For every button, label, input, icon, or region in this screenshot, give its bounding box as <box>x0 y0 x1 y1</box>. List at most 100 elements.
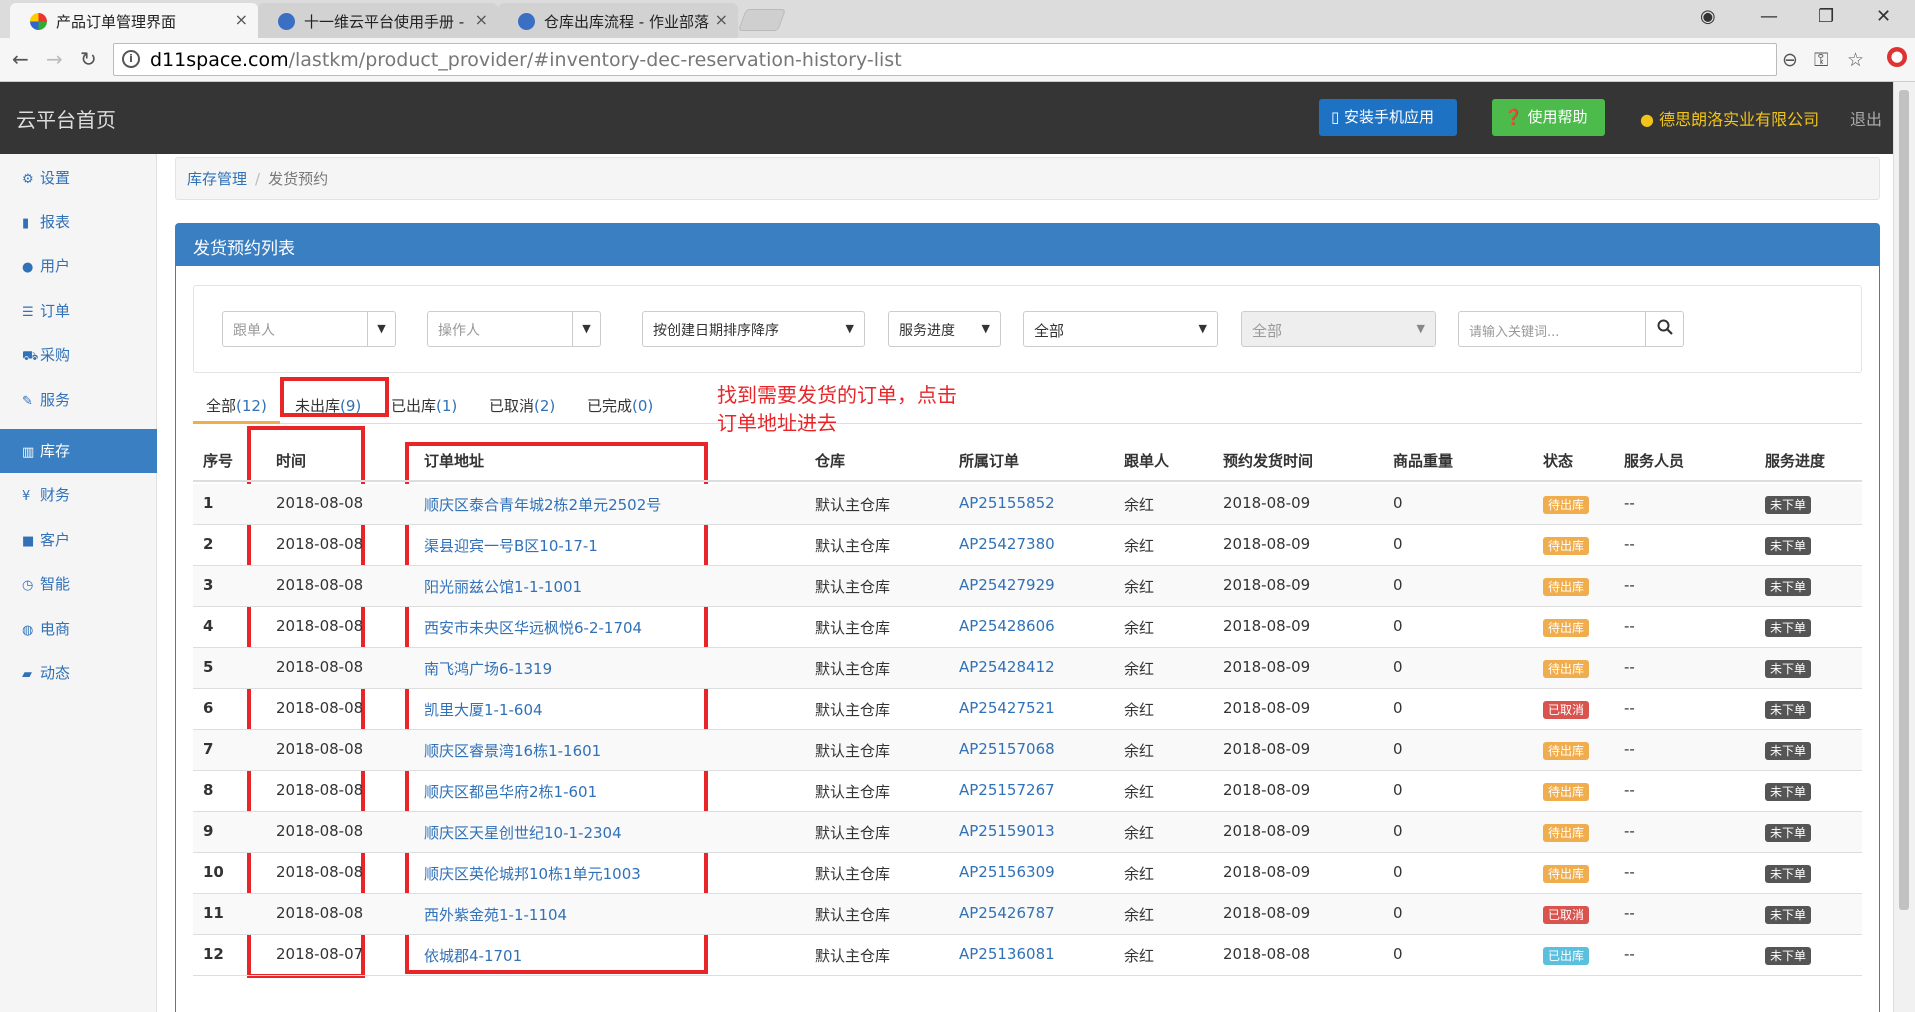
row-number: 8 <box>203 781 214 799</box>
tab-completed[interactable]: 已完成(0) <box>574 384 666 424</box>
minimize-icon[interactable]: — <box>1760 6 1778 27</box>
order-number-link[interactable]: AP25159013 <box>959 822 1055 840</box>
sidebar-item-customers[interactable]: ■ 客户 <box>0 518 157 562</box>
status-badge: 待出库 <box>1543 660 1590 678</box>
follower-select[interactable]: 跟单人 ▼ <box>222 311 396 347</box>
close-tab-icon[interactable]: × <box>715 10 728 29</box>
wrench-icon: ✎ <box>22 394 33 409</box>
browser-tab-title: 产品订单管理界面 <box>56 13 177 31</box>
order-address-link[interactable]: 顺庆区都邑华府2栋1-601 <box>424 781 597 802</box>
table-row: 6 2018-08-08 凯里大厦1-1-604 默认主仓库 AP25427521 余红 2… <box>193 689 1862 730</box>
order-address-link[interactable]: 顺庆区天星创世纪10-1-2304 <box>424 822 622 843</box>
sidebar-item-label: 动态 <box>40 664 71 682</box>
search-button[interactable] <box>1646 311 1684 347</box>
order-number-link[interactable]: AP25428412 <box>959 658 1055 676</box>
order-number-link[interactable]: AP25427380 <box>959 535 1055 553</box>
sidebar-item-activity[interactable]: ▰ 动态 <box>0 651 157 695</box>
new-tab-button[interactable] <box>737 9 787 31</box>
order-address-link[interactable]: 阳光丽兹公馆1-1-1001 <box>424 576 582 597</box>
row-number: 6 <box>203 699 214 717</box>
sidebar-item-reports[interactable]: ▮ 报表 <box>0 200 157 244</box>
filter-bar: 跟单人 ▼ 操作人 ▼ 按创建日期排序降序 ▼ 服务进度 ▼ 全部 ▼ 全部 ▼ 请输入关键… <box>193 285 1862 373</box>
row-warehouse: 默认主仓库 <box>815 742 891 760</box>
sidebar-item-orders[interactable]: ☰ 订单 <box>0 289 157 333</box>
zoom-icon[interactable]: ⊖ <box>1782 49 1798 71</box>
extension-icon[interactable]: ⬤ <box>1887 47 1907 67</box>
sidebar-item-service[interactable]: ✎ 服务 <box>0 378 157 422</box>
order-address-link[interactable]: 顺庆区英伦城邦10栋1单元1003 <box>424 863 641 884</box>
sort-select[interactable]: 按创建日期排序降序 ▼ <box>642 311 865 347</box>
order-address-link[interactable]: 西外紫金苑1-1-1104 <box>424 904 567 925</box>
warehouse-select[interactable]: 全部 ▼ <box>1241 311 1436 347</box>
order-address-link[interactable]: 依城郡4-1701 <box>424 945 522 966</box>
close-tab-icon[interactable]: × <box>475 10 488 29</box>
status-badge: 待出库 <box>1543 865 1590 883</box>
order-number-link[interactable]: AP25427521 <box>959 699 1055 717</box>
company-account-link[interactable]: ● 德思朗洛实业有限公司 <box>1640 106 1819 130</box>
row-follower: 余红 <box>1124 578 1155 596</box>
breadcrumb-inventory-link[interactable]: 库存管理 <box>187 170 247 188</box>
bookmark-star-icon[interactable]: ☆ <box>1847 49 1864 71</box>
table-row: 7 2018-08-08 顺庆区睿景湾16栋1-1601 默认主仓库 AP2515706… <box>193 730 1862 771</box>
sidebar-item-label: 设置 <box>40 169 71 187</box>
order-address-link[interactable]: 西安市未央区华远枫悦6-2-1704 <box>424 617 642 638</box>
tab-cancelled[interactable]: 已取消(2) <box>476 384 568 424</box>
order-number-link[interactable]: AP25136081 <box>959 945 1055 963</box>
row-staff: -- <box>1624 658 1635 676</box>
browser-tab-product-orders[interactable]: 产品订单管理界面 × <box>10 3 258 38</box>
operator-select[interactable]: 操作人 ▼ <box>427 311 601 347</box>
order-number-link[interactable]: AP25427929 <box>959 576 1055 594</box>
logout-link[interactable]: 退出 <box>1850 106 1882 130</box>
key-icon[interactable]: ⚿ <box>1814 49 1828 71</box>
restore-icon[interactable]: ❐ <box>1818 6 1834 27</box>
order-number-link[interactable]: AP25428606 <box>959 617 1055 635</box>
tab-label: 已取消 <box>489 397 535 415</box>
row-time: 2018-08-08 <box>276 699 364 717</box>
order-address-link[interactable]: 顺庆区睿景湾16栋1-1601 <box>424 740 601 761</box>
url-field[interactable]: i d11space.com/lastkm/product_provider/#… <box>113 43 1864 76</box>
reload-icon[interactable]: ↻ <box>80 47 97 71</box>
order-number-link[interactable]: AP25157267 <box>959 781 1055 799</box>
install-app-button[interactable]: ▯ 安装手机应用 <box>1319 99 1457 136</box>
order-address-link[interactable]: 渠县迎宾一号B区10-17-1 <box>424 535 598 556</box>
row-ship-time: 2018-08-09 <box>1223 658 1311 676</box>
order-address-link[interactable]: 凯里大厦1-1-604 <box>424 699 543 720</box>
site-info-icon[interactable]: i <box>122 50 140 68</box>
order-address-link[interactable]: 顺庆区泰合青年城2栋2单元2502号 <box>424 494 661 515</box>
order-number-link[interactable]: AP25155852 <box>959 494 1055 512</box>
header-col-staff: 服务人员 <box>1624 452 1685 470</box>
scope-select[interactable]: 全部 ▼ <box>1023 311 1218 347</box>
service-progress-select[interactable]: 服务进度 ▼ <box>888 311 1001 347</box>
order-number-link[interactable]: AP25156309 <box>959 863 1055 881</box>
sidebar-item-settings[interactable]: ⚙ 设置 <box>0 156 157 200</box>
tab-all[interactable]: 全部(12) <box>193 384 280 424</box>
window-close-icon[interactable]: ✕ <box>1876 6 1891 27</box>
row-ship-time: 2018-08-09 <box>1223 576 1311 594</box>
row-weight: 0 <box>1393 822 1403 840</box>
close-tab-icon[interactable]: × <box>235 10 248 29</box>
order-address-link[interactable]: 南飞鸿广场6-1319 <box>424 658 552 679</box>
progress-badge: 未下单 <box>1765 701 1812 719</box>
back-icon[interactable]: ← <box>12 47 29 71</box>
scrollbar-thumb[interactable] <box>1899 90 1909 910</box>
browser-tab-manual[interactable]: 十一维云平台使用手册 - × <box>258 3 498 38</box>
row-weight: 0 <box>1393 494 1403 512</box>
sidebar-item-users[interactable]: ● 用户 <box>0 244 157 288</box>
order-number-link[interactable]: AP25426787 <box>959 904 1055 922</box>
user-profile-icon[interactable]: ◉ <box>1700 6 1716 27</box>
browser-tab-warehouse-flow[interactable]: 仓库出库流程 - 作业部落 × <box>498 3 738 38</box>
site-favicon-icon <box>278 13 295 30</box>
order-number-link[interactable]: AP25157068 <box>959 740 1055 758</box>
sidebar-item-finance[interactable]: ¥ 财务 <box>0 473 157 517</box>
keyword-search-input[interactable]: 请输入关键词... <box>1458 311 1646 347</box>
forward-icon[interactable]: → <box>46 47 63 71</box>
sidebar-item-smart[interactable]: ◷ 智能 <box>0 562 157 606</box>
row-ship-time: 2018-08-09 <box>1223 781 1311 799</box>
sidebar-item-ecommerce[interactable]: ◍ 电商 <box>0 607 157 651</box>
brand-home-link[interactable]: 云平台首页 <box>16 104 116 133</box>
tab-shipped[interactable]: 已出库(1) <box>378 384 470 424</box>
help-button[interactable]: ❓ 使用帮助 <box>1492 99 1605 136</box>
row-follower: 余红 <box>1124 742 1155 760</box>
sidebar-item-inventory[interactable]: ▥ 库存 <box>0 429 157 473</box>
sidebar-item-purchase[interactable]: ⛟ 采购 <box>0 333 157 377</box>
